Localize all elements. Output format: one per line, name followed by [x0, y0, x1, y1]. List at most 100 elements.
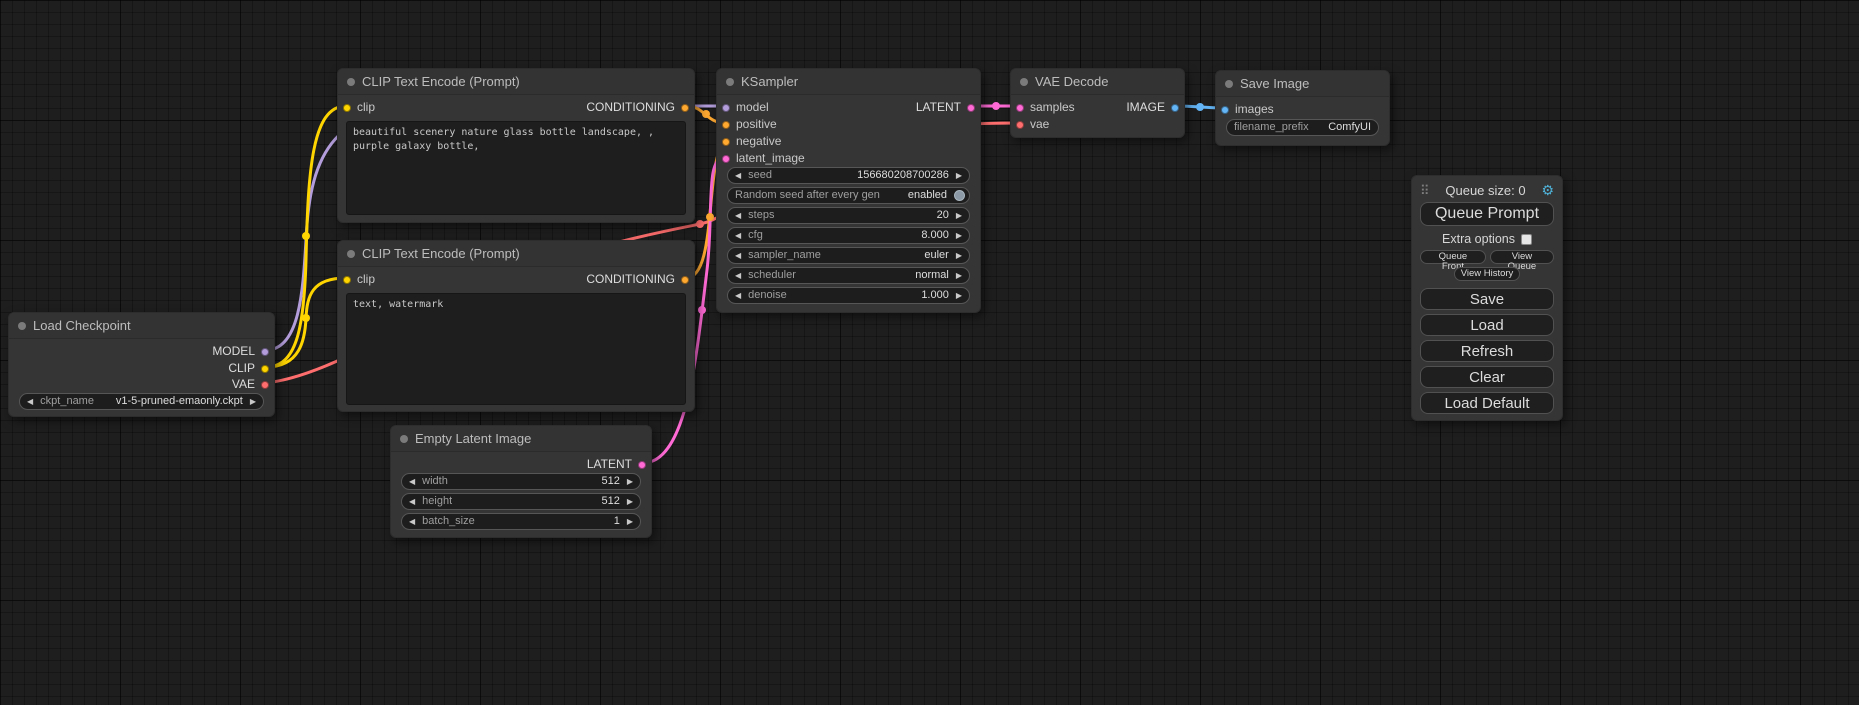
positive-input-dot[interactable] — [722, 121, 730, 129]
collapse-dot-icon[interactable] — [726, 78, 734, 86]
model-output-dot[interactable] — [261, 348, 269, 356]
prompt-textarea[interactable]: beautiful scenery nature glass bottle la… — [346, 121, 686, 215]
collapse-dot-icon[interactable] — [347, 250, 355, 258]
widget-random-seed[interactable]: Random seed after every gen enabled — [727, 187, 970, 204]
decrement-arrow-icon[interactable]: ◀ — [27, 394, 33, 409]
node-title-bar[interactable]: CLIP Text Encode (Prompt) — [338, 241, 694, 267]
node-clip-text-encode-negative[interactable]: CLIP Text Encode (Prompt) clip CONDITION… — [337, 240, 695, 412]
save-button[interactable]: Save — [1420, 288, 1554, 310]
widget-denoise[interactable]: ◀ denoise 1.000 ▶ — [727, 287, 970, 304]
widget-width[interactable]: ◀ width 512 ▶ — [401, 473, 641, 490]
widget-steps[interactable]: ◀ steps 20 ▶ — [727, 207, 970, 224]
collapse-dot-icon[interactable] — [400, 435, 408, 443]
output-slot-vae[interactable]: VAE — [9, 376, 274, 393]
latent-output-dot[interactable] — [638, 461, 646, 469]
output-slot-conditioning[interactable]: CONDITIONING — [338, 99, 694, 116]
decrement-arrow-icon[interactable]: ◀ — [735, 208, 741, 223]
load-default-button[interactable]: Load Default — [1420, 392, 1554, 414]
increment-arrow-icon[interactable]: ▶ — [956, 208, 962, 223]
decrement-arrow-icon[interactable]: ◀ — [735, 228, 741, 243]
increment-arrow-icon[interactable]: ▶ — [956, 168, 962, 183]
drag-handle-icon[interactable]: ⠿ — [1420, 183, 1430, 199]
node-vae-decode[interactable]: VAE Decode samples IMAGE vae — [1010, 68, 1185, 138]
queue-prompt-button[interactable]: Queue Prompt — [1420, 202, 1554, 226]
node-title-bar[interactable]: Save Image — [1216, 71, 1389, 97]
widget-value: 156680208700286 — [857, 168, 949, 183]
image-output-dot[interactable] — [1171, 104, 1179, 112]
increment-arrow-icon[interactable]: ▶ — [627, 494, 633, 509]
node-ksampler[interactable]: KSampler model LATENT positive negative … — [716, 68, 981, 313]
input-slot-images[interactable]: images — [1216, 101, 1389, 118]
increment-arrow-icon[interactable]: ▶ — [956, 268, 962, 283]
decrement-arrow-icon[interactable]: ◀ — [735, 168, 741, 183]
vae-output-dot[interactable] — [261, 381, 269, 389]
vae-input-dot[interactable] — [1016, 121, 1024, 129]
view-queue-button[interactable]: View Queue — [1490, 250, 1554, 264]
conditioning-output-dot[interactable] — [681, 104, 689, 112]
increment-arrow-icon[interactable]: ▶ — [627, 514, 633, 529]
decrement-arrow-icon[interactable]: ◀ — [409, 494, 415, 509]
node-load-checkpoint[interactable]: Load Checkpoint MODEL CLIP VAE ◀ ckpt_na… — [8, 312, 275, 417]
node-title-bar[interactable]: VAE Decode — [1011, 69, 1184, 95]
input-slot-latent-image[interactable]: latent_image — [717, 150, 980, 167]
node-title-bar[interactable]: KSampler — [717, 69, 980, 95]
widget-seed[interactable]: ◀ seed 156680208700286 ▶ — [727, 167, 970, 184]
output-slot-image[interactable]: IMAGE — [1011, 99, 1184, 116]
input-slot-vae[interactable]: vae — [1011, 116, 1184, 133]
images-input-dot[interactable] — [1221, 106, 1229, 114]
node-title: Load Checkpoint — [33, 318, 131, 333]
widget-sampler-name[interactable]: ◀ sampler_name euler ▶ — [727, 247, 970, 264]
load-button[interactable]: Load — [1420, 314, 1554, 336]
output-slot-conditioning[interactable]: CONDITIONING — [338, 271, 694, 288]
widget-ckpt-name[interactable]: ◀ ckpt_name v1-5-pruned-emaonly.ckpt ▶ — [19, 393, 264, 410]
decrement-arrow-icon[interactable]: ◀ — [735, 268, 741, 283]
latent-output-dot[interactable] — [967, 104, 975, 112]
input-slot-negative[interactable]: negative — [717, 133, 980, 150]
widget-filename-prefix[interactable]: filename_prefix ComfyUI — [1226, 119, 1379, 136]
output-slot-model[interactable]: MODEL — [9, 343, 274, 360]
clip-output-dot[interactable] — [261, 365, 269, 373]
link-midpoint-dot — [696, 220, 704, 228]
input-label: images — [1235, 102, 1274, 116]
node-clip-text-encode-positive[interactable]: CLIP Text Encode (Prompt) clip CONDITION… — [337, 68, 695, 223]
node-title-bar[interactable]: Empty Latent Image — [391, 426, 651, 452]
conditioning-output-dot[interactable] — [681, 276, 689, 284]
latent-image-input-dot[interactable] — [722, 155, 730, 163]
collapse-dot-icon[interactable] — [1020, 78, 1028, 86]
node-title-bar[interactable]: CLIP Text Encode (Prompt) — [338, 69, 694, 95]
node-save-image[interactable]: Save Image images filename_prefix ComfyU… — [1215, 70, 1390, 146]
increment-arrow-icon[interactable]: ▶ — [627, 474, 633, 489]
decrement-arrow-icon[interactable]: ◀ — [409, 514, 415, 529]
collapse-dot-icon[interactable] — [347, 78, 355, 86]
input-slot-positive[interactable]: positive — [717, 116, 980, 133]
widget-scheduler[interactable]: ◀ scheduler normal ▶ — [727, 267, 970, 284]
refresh-button[interactable]: Refresh — [1420, 340, 1554, 362]
widget-height[interactable]: ◀ height 512 ▶ — [401, 493, 641, 510]
prompt-textarea[interactable]: text, watermark — [346, 293, 686, 405]
increment-arrow-icon[interactable]: ▶ — [956, 228, 962, 243]
settings-gear-icon[interactable]: ⚙ — [1541, 182, 1554, 199]
negative-input-dot[interactable] — [722, 138, 730, 146]
output-slot-clip[interactable]: CLIP — [9, 360, 274, 377]
widget-value: 512 — [601, 494, 619, 509]
node-empty-latent-image[interactable]: Empty Latent Image LATENT ◀ width 512 ▶ … — [390, 425, 652, 538]
increment-arrow-icon[interactable]: ▶ — [956, 288, 962, 303]
widget-batch-size[interactable]: ◀ batch_size 1 ▶ — [401, 513, 641, 530]
queue-front-button[interactable]: Queue Front — [1420, 250, 1486, 264]
increment-arrow-icon[interactable]: ▶ — [250, 394, 256, 409]
collapse-dot-icon[interactable] — [18, 322, 26, 330]
view-history-button[interactable]: View History — [1454, 267, 1521, 281]
decrement-arrow-icon[interactable]: ◀ — [409, 474, 415, 489]
increment-arrow-icon[interactable]: ▶ — [956, 248, 962, 263]
output-label: CLIP — [228, 361, 255, 375]
node-title-bar[interactable]: Load Checkpoint — [9, 313, 274, 339]
output-slot-latent[interactable]: LATENT — [717, 99, 980, 116]
widget-cfg[interactable]: ◀ cfg 8.000 ▶ — [727, 227, 970, 244]
output-slot-latent[interactable]: LATENT — [391, 456, 651, 473]
extra-options-checkbox[interactable] — [1521, 234, 1532, 245]
collapse-dot-icon[interactable] — [1225, 80, 1233, 88]
decrement-arrow-icon[interactable]: ◀ — [735, 288, 741, 303]
toggle-knob-icon[interactable] — [954, 190, 965, 201]
clear-button[interactable]: Clear — [1420, 366, 1554, 388]
decrement-arrow-icon[interactable]: ◀ — [735, 248, 741, 263]
